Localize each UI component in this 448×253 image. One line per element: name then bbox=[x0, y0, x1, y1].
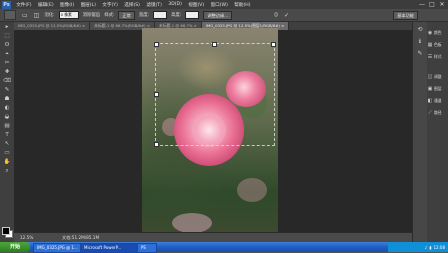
panel-label: 图层 bbox=[434, 86, 442, 91]
refine-edge-button[interactable]: 调整边缘... bbox=[203, 10, 233, 20]
stamp-tool-icon[interactable]: ☗ bbox=[2, 95, 12, 103]
menu-bar: Ps 文件(F) 编辑(E) 图像(I) 图层(L) 文字(Y) 选择(S) 滤… bbox=[0, 0, 448, 9]
foreground-color-swatch[interactable] bbox=[2, 227, 10, 235]
antialias-checkbox[interactable]: 消除锯齿 bbox=[83, 12, 101, 18]
maximize-button[interactable]: □ bbox=[428, 0, 436, 9]
brush-tool-icon[interactable]: ✎ bbox=[2, 86, 12, 94]
height-input[interactable] bbox=[185, 11, 200, 19]
selection-handle[interactable] bbox=[212, 42, 217, 47]
eyedropper-tool-icon[interactable]: ✚ bbox=[2, 68, 12, 76]
channels-icon: ◧ bbox=[427, 98, 433, 104]
selection-handle[interactable] bbox=[154, 92, 159, 97]
healing-tool-icon[interactable]: ⌫ bbox=[2, 77, 12, 85]
window-controls: — □ ✕ bbox=[418, 0, 446, 9]
bokeh-blur bbox=[237, 178, 267, 202]
feather-input[interactable]: 0 像素 bbox=[58, 11, 79, 19]
menu-edit[interactable]: 编辑(E) bbox=[35, 2, 57, 8]
close-button[interactable]: ✕ bbox=[438, 0, 446, 9]
quick-select-tool-icon[interactable]: ⌖ bbox=[2, 50, 12, 58]
feather-value: 0 像素 bbox=[60, 12, 72, 17]
network-icon[interactable]: ▮ bbox=[429, 245, 431, 250]
panel-icon-strip: ⟲ ℹ ✎ bbox=[413, 22, 427, 242]
minimize-button[interactable]: — bbox=[418, 0, 426, 9]
type-tool-icon[interactable]: T bbox=[2, 131, 12, 139]
zoom-tool-icon[interactable]: ⌕ bbox=[2, 167, 12, 175]
selection-handle[interactable] bbox=[154, 142, 159, 147]
volume-icon[interactable]: ♪ bbox=[425, 245, 428, 250]
panel-adjustments[interactable]: ◫ 调整 bbox=[427, 72, 448, 82]
layers-icon: ▣ bbox=[427, 86, 433, 92]
crop-tool-icon[interactable]: ✂ bbox=[2, 59, 12, 67]
menu-filter[interactable]: 滤镜(T) bbox=[143, 2, 165, 8]
bokeh-blur bbox=[172, 213, 212, 233]
selection-handle[interactable] bbox=[154, 42, 159, 47]
workspace-select[interactable]: 基本功能 bbox=[393, 10, 418, 20]
panel-paths[interactable]: ⟋ 路径 bbox=[427, 108, 448, 118]
properties-icon[interactable]: ℹ bbox=[415, 38, 425, 46]
panel-label: 调整 bbox=[434, 74, 442, 79]
selection-marquee[interactable] bbox=[154, 42, 276, 147]
add-selection-icon[interactable]: ◫ bbox=[34, 12, 40, 19]
paths-icon: ⟋ bbox=[428, 110, 432, 116]
panel-label: 通道 bbox=[434, 98, 442, 103]
move-tool-icon[interactable]: ▸ bbox=[2, 23, 12, 31]
start-button[interactable]: 开始 bbox=[0, 242, 30, 252]
panel-label: 路径 bbox=[434, 110, 442, 115]
marquee-tool-icon[interactable]: ⬚ bbox=[2, 32, 12, 40]
menu-image[interactable]: 图像(I) bbox=[57, 2, 78, 8]
menu-file[interactable]: 文件(F) bbox=[13, 2, 35, 8]
panel-label: 色板 bbox=[434, 42, 442, 47]
cancel-icon[interactable]: ⦸ bbox=[274, 11, 278, 19]
photoshop-logo-icon: Ps bbox=[2, 0, 11, 9]
document-size[interactable]: 文档:51.2M/85.1M bbox=[62, 235, 99, 241]
width-input[interactable] bbox=[153, 11, 168, 19]
menu-view[interactable]: 视图(V) bbox=[185, 2, 207, 8]
zoom-level[interactable]: 12.5% bbox=[20, 235, 33, 240]
tools-panel: ▸ ⬚ ʘ ⌖ ✂ ✚ ⌫ ✎ ☗ ◐ ◒ ▤ T ↖ ▭ ✋ ⌕ bbox=[0, 22, 15, 242]
panel-styles[interactable]: ☰ 样式 bbox=[427, 52, 448, 62]
clock[interactable]: 12:08 bbox=[433, 245, 445, 250]
color-icon: ◉ bbox=[427, 30, 433, 36]
lasso-tool-icon[interactable]: ʘ bbox=[2, 41, 12, 49]
panel-label: 颜色 bbox=[434, 30, 442, 35]
menu-type[interactable]: 文字(Y) bbox=[99, 2, 121, 8]
gradient-tool-icon[interactable]: ▤ bbox=[2, 122, 12, 130]
new-selection-icon[interactable]: ▭ bbox=[22, 12, 28, 19]
shape-tool-icon[interactable]: ▭ bbox=[2, 149, 12, 157]
system-tray: ♪ ▮ 12:08 bbox=[388, 242, 448, 252]
options-bar: ▭ ◫ 羽化: 0 像素 消除锯齿 样式: 正常 宽度: 高度: 调整边缘...… bbox=[0, 9, 448, 22]
tool-preset-picker[interactable] bbox=[4, 10, 16, 20]
menu-select[interactable]: 选择(S) bbox=[121, 2, 143, 8]
selection-handle[interactable] bbox=[271, 42, 276, 47]
commit-icon[interactable]: ✓ bbox=[284, 12, 289, 19]
styles-icon: ☰ bbox=[427, 54, 433, 60]
menu-layer[interactable]: 图层(L) bbox=[77, 2, 99, 8]
brush-preset-icon[interactable]: ✎ bbox=[415, 50, 425, 58]
width-label: 宽度: bbox=[138, 13, 150, 18]
height-label: 高度: bbox=[171, 13, 182, 18]
feather-label: 羽化: bbox=[44, 13, 55, 18]
taskbar: 开始 IMG_0325.JPG @ 1... Microsoft PowerP.… bbox=[0, 242, 448, 253]
panel-swatches[interactable]: ▦ 色板 bbox=[427, 40, 448, 50]
style-select[interactable]: 正常 bbox=[118, 10, 135, 20]
tab-document-1[interactable]: IMG_0325.JPG @ 12.5%(RGB/8#) × bbox=[14, 22, 91, 30]
menu-help[interactable]: 帮助(H) bbox=[231, 2, 254, 8]
menu-window[interactable]: 窗口(W) bbox=[207, 2, 231, 8]
hand-tool-icon[interactable]: ✋ bbox=[2, 158, 12, 166]
menu-3d[interactable]: 3D(D) bbox=[165, 2, 185, 7]
panel-dock: ⟲ ℹ ✎ ◉ 颜色 ▦ 色板 ☰ 样式 ◫ 调整 ▣ 图层 ◧ 通道 ⟋ 路径 bbox=[412, 22, 448, 242]
panel-color[interactable]: ◉ 颜色 bbox=[427, 28, 448, 38]
path-select-tool-icon[interactable]: ↖ bbox=[2, 140, 12, 148]
style-label: 样式: bbox=[104, 13, 115, 18]
panel-channels[interactable]: ◧ 通道 bbox=[427, 96, 448, 106]
history-brush-tool-icon[interactable]: ◐ bbox=[2, 104, 12, 112]
history-icon[interactable]: ⟲ bbox=[415, 26, 425, 34]
swatches-icon: ▦ bbox=[427, 42, 433, 48]
panel-label: 样式 bbox=[434, 54, 442, 59]
adjustments-icon: ◫ bbox=[427, 74, 433, 80]
eraser-tool-icon[interactable]: ◒ bbox=[2, 113, 12, 121]
panel-layers[interactable]: ▣ 图层 bbox=[427, 84, 448, 94]
